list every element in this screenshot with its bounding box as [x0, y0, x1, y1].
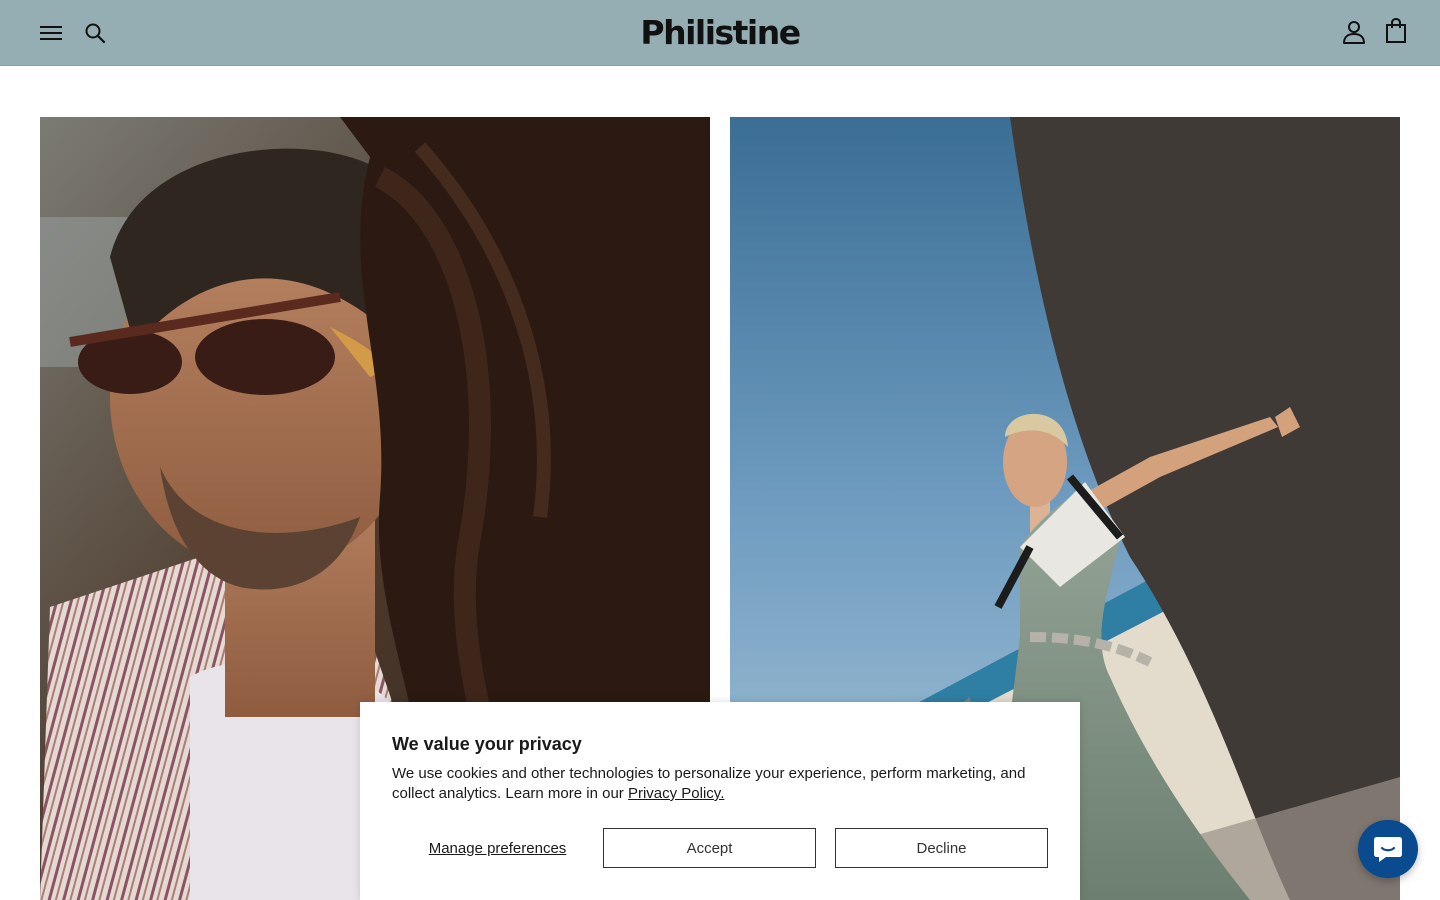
accept-cookies-button[interactable]: Accept: [603, 828, 816, 868]
shopping-bag-icon[interactable]: [1383, 17, 1409, 45]
site-logo[interactable]: Philistine: [620, 10, 820, 54]
decline-cookies-button[interactable]: Decline: [835, 828, 1048, 868]
user-account-icon[interactable]: [1341, 19, 1367, 45]
chat-bubble-icon[interactable]: [1358, 820, 1418, 878]
cookie-banner-text: We use cookies and other technologies to…: [392, 764, 1048, 804]
manage-preferences-button[interactable]: Manage preferences: [392, 828, 603, 868]
hamburger-menu-icon[interactable]: [38, 22, 64, 44]
cookie-banner-actions: Manage preferences Accept Decline: [392, 828, 1048, 868]
cookie-banner-title: We value your privacy: [392, 734, 582, 754]
cookie-consent-banner: We value your privacy We use cookies and…: [360, 702, 1080, 900]
privacy-policy-link[interactable]: Privacy Policy.: [628, 785, 724, 802]
site-header: Philistine: [0, 0, 1440, 66]
search-icon[interactable]: [83, 21, 107, 45]
